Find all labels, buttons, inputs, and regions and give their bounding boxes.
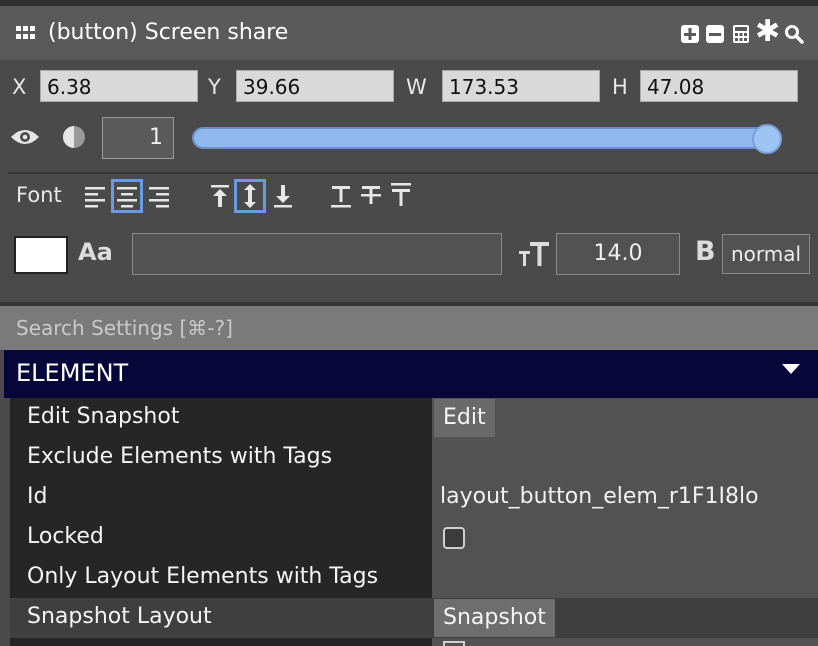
locked-checkbox[interactable] [443, 527, 465, 549]
align-right-icon[interactable] [145, 182, 171, 210]
element-section-title: ELEMENT [16, 359, 129, 387]
y-label: Y [208, 75, 221, 99]
w-label: W [406, 75, 427, 99]
h-input[interactable]: 47.08 [640, 70, 798, 102]
asterisk-icon[interactable]: ✱ [755, 17, 780, 47]
property-label-only-layout-tags: Only Layout Elements with Tags [27, 564, 379, 589]
font-weight-select[interactable]: normal [722, 234, 810, 274]
opacity-slider[interactable] [192, 127, 782, 149]
overline-icon[interactable] [388, 182, 414, 210]
snapshot-layout-button[interactable]: Snapshot [434, 599, 555, 637]
plus-square-icon[interactable] [680, 24, 700, 44]
w-input[interactable]: 173.53 [442, 70, 600, 102]
chevron-down-icon[interactable] [782, 364, 800, 374]
font-family-input[interactable] [132, 233, 502, 275]
text-color-swatch[interactable] [14, 236, 68, 274]
align-left-icon[interactable] [83, 182, 109, 210]
x-label: X [12, 75, 27, 99]
bold-icon: B [695, 236, 716, 267]
align-center-icon[interactable] [111, 179, 143, 213]
element-section-header[interactable]: ELEMENT [4, 350, 818, 398]
calculator-icon[interactable] [731, 24, 751, 44]
property-label-exclude-tags: Exclude Elements with Tags [27, 444, 333, 469]
x-input[interactable]: 6.38 [40, 70, 198, 102]
opacity-slider-thumb[interactable] [752, 124, 782, 154]
divider [8, 172, 818, 174]
search-icon[interactable] [784, 24, 804, 44]
panel-title: (button) Screen share [48, 20, 289, 45]
font-label: Font [16, 183, 62, 207]
title-bar: (button) Screen share ✱ [0, 0, 818, 60]
minus-square-icon[interactable] [705, 24, 725, 44]
align-top-icon[interactable] [207, 182, 233, 210]
id-value[interactable]: layout_button_elem_r1F1I8lo [440, 484, 759, 509]
y-input[interactable]: 39.66 [236, 70, 394, 102]
grid-icon[interactable] [16, 26, 36, 40]
property-label-id: Id [27, 484, 48, 509]
settings-search-placeholder: Search Settings [⌘-?] [16, 316, 233, 340]
underline-icon[interactable] [328, 182, 354, 210]
align-middle-icon[interactable] [234, 179, 266, 213]
property-label-snapshot-layout: Snapshot Layout [27, 604, 212, 629]
property-label-edit-snapshot: Edit Snapshot [27, 404, 180, 429]
strikethrough-icon[interactable] [358, 182, 384, 210]
align-bottom-icon[interactable] [270, 182, 296, 210]
edit-snapshot-button[interactable]: Edit [434, 399, 495, 437]
checkbox[interactable] [443, 641, 465, 646]
list-item [10, 638, 432, 646]
eye-icon[interactable] [10, 126, 40, 148]
opacity-icon[interactable] [62, 125, 86, 149]
font-family-icon: Aa [78, 238, 113, 266]
property-label-locked: Locked [27, 524, 104, 549]
font-size-input[interactable]: 14.0 [556, 233, 680, 275]
opacity-input[interactable]: 1 [102, 117, 174, 159]
settings-search-input[interactable]: Search Settings [⌘-?] [0, 306, 818, 350]
font-size-icon [519, 242, 549, 266]
h-label: H [612, 75, 628, 99]
